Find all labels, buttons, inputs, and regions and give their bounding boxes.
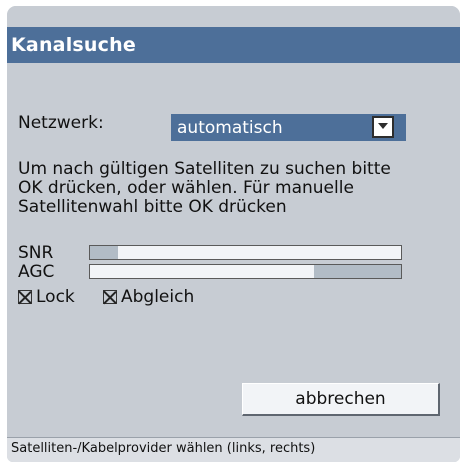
dialog-content: Netzwerk: automatisch Um nach gültigen S… <box>7 63 460 437</box>
snr-label: SNR <box>18 243 54 263</box>
status-bar: Satelliten-/Kabelprovider wählen (links,… <box>7 437 460 462</box>
abgleich-checkbox <box>103 290 117 304</box>
channel-search-window: Kanalsuche Netzwerk: automatisch Um nach… <box>7 6 460 462</box>
instruction-text: Um nach gültigen Satelliten zu suchen bi… <box>18 159 391 217</box>
snr-meter <box>89 245 402 260</box>
lock-indicator: Lock <box>18 287 75 307</box>
agc-meter-fill <box>313 265 401 278</box>
window-title: Kanalsuche <box>11 34 136 56</box>
abgleich-label: Abgleich <box>121 287 195 307</box>
agc-label: AGC <box>18 262 55 282</box>
network-select[interactable]: automatisch <box>171 114 406 141</box>
agc-meter <box>89 264 402 279</box>
abgleich-indicator: Abgleich <box>103 287 194 307</box>
network-label: Netzwerk: <box>18 113 104 133</box>
window-top-strip <box>7 6 460 27</box>
lock-checkbox <box>18 290 32 304</box>
cancel-button[interactable]: abbrechen <box>242 383 440 416</box>
title-bar: Kanalsuche <box>7 27 460 63</box>
status-hint-text: Satelliten-/Kabelprovider wählen (links,… <box>11 441 316 456</box>
network-select-value: automatisch <box>177 118 283 138</box>
chevron-down-icon[interactable] <box>372 116 394 138</box>
snr-meter-fill <box>90 246 118 259</box>
lock-label: Lock <box>36 287 75 307</box>
